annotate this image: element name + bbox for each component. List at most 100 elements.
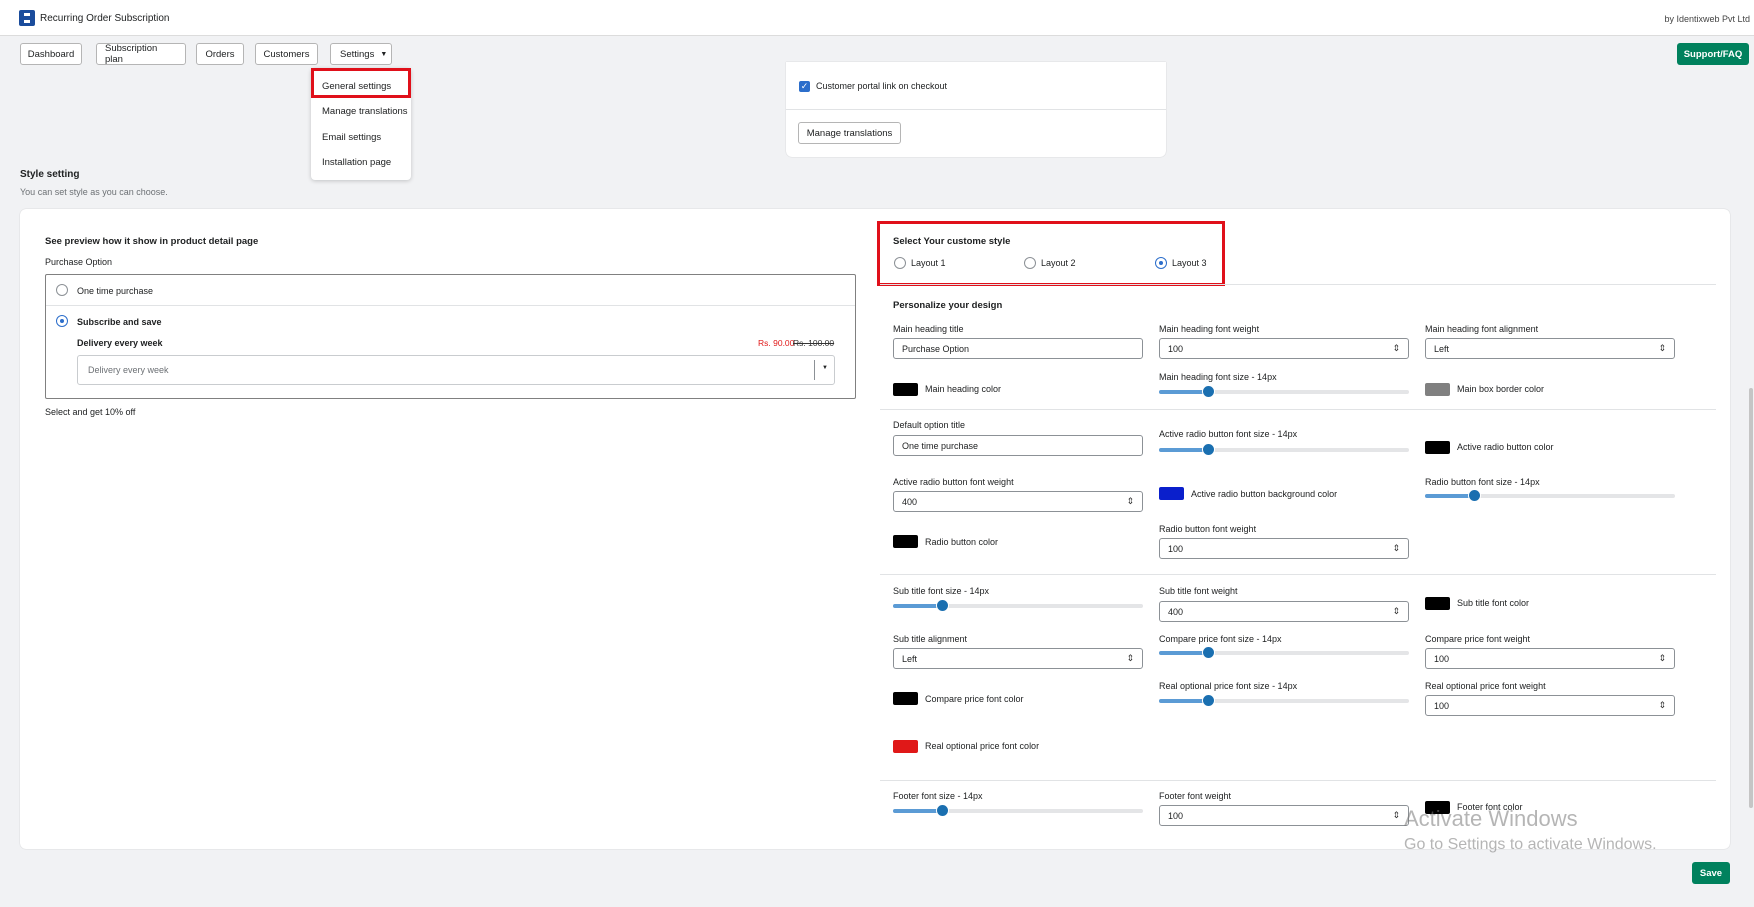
real-price-font-weight-label: Real optional price font weight: [1425, 681, 1546, 691]
support-faq-button[interactable]: Support/FAQ: [1677, 43, 1749, 65]
radio-font-weight-label: Radio button font weight: [1159, 524, 1257, 534]
sub-title-alignment-label: Sub title alignment: [893, 634, 968, 644]
app-title: Recurring Order Subscription: [40, 13, 170, 24]
default-option-title-input[interactable]: One time purchase: [893, 435, 1143, 456]
nav-settings-button[interactable]: Settings ▼: [330, 43, 392, 65]
nav-subscription-plan-button[interactable]: Subscription plan: [96, 43, 186, 65]
active-radio-color-label: Active radio button color: [1457, 442, 1554, 452]
default-option-title-value: One time purchase: [902, 440, 979, 451]
slider-thumb[interactable]: [936, 804, 949, 817]
footer-font-size-label: Footer font size - 14px: [893, 791, 983, 801]
save-button[interactable]: Save: [1692, 862, 1730, 884]
layout-1-radio[interactable]: [894, 257, 906, 269]
main-heading-font-weight-label: Main heading font weight: [1159, 324, 1260, 334]
sub-title-font-color-label: Sub title font color: [1457, 598, 1530, 608]
main-heading-title-value: Purchase Option: [902, 343, 970, 354]
footer-font-size-slider[interactable]: [893, 804, 1143, 817]
main-heading-color-swatch[interactable]: [893, 383, 918, 396]
sub-title-font-weight-select[interactable]: 400: [1159, 601, 1409, 622]
footer-font-weight-label: Footer font weight: [1159, 791, 1232, 801]
active-radio-font-weight-select[interactable]: 400: [893, 491, 1143, 512]
default-option-title-label: Default option title: [893, 420, 966, 430]
sub-title-font-size-slider[interactable]: [893, 599, 1143, 612]
slider-thumb[interactable]: [936, 599, 949, 612]
layout-3-radio[interactable]: [1155, 257, 1167, 269]
preview-radio-one-time[interactable]: [56, 284, 68, 296]
manage-translations-button[interactable]: Manage translations: [798, 122, 901, 144]
real-price-font-color-swatch[interactable]: [893, 740, 918, 753]
main-box-border-color-swatch[interactable]: [1425, 383, 1450, 396]
layout-2-label: Layout 2: [1041, 258, 1076, 268]
main-heading-font-weight-select[interactable]: 100: [1159, 338, 1409, 359]
compare-price-font-weight-label: Compare price font weight: [1425, 634, 1531, 644]
compare-price-font-size-slider[interactable]: [1159, 646, 1409, 659]
select-separator: [814, 360, 815, 380]
app-header: [0, 0, 1754, 36]
active-radio-bg-color-swatch[interactable]: [1159, 487, 1184, 500]
real-price-font-size-slider[interactable]: [1159, 694, 1409, 707]
active-radio-font-size-label: Active radio button font size - 14px: [1159, 429, 1298, 439]
preview-delivery-select[interactable]: Delivery every week: [77, 355, 835, 385]
footer-font-weight-value: 100: [1168, 810, 1184, 821]
compare-price-font-color-swatch[interactable]: [893, 692, 918, 705]
slider-thumb[interactable]: [1202, 443, 1215, 456]
customer-portal-checkbox[interactable]: ✓: [799, 81, 810, 92]
active-radio-font-weight-value: 400: [902, 496, 918, 507]
radio-font-size-slider[interactable]: [1425, 489, 1675, 502]
settings-label: Settings: [340, 48, 375, 60]
menu-item-installation-page[interactable]: Installation page: [322, 157, 391, 168]
compare-price-font-color-label: Compare price font color: [925, 694, 1024, 704]
slider-thumb[interactable]: [1468, 489, 1481, 502]
preview-footer: Select and get 10% off: [45, 407, 136, 417]
page-scrollbar[interactable]: [1749, 388, 1753, 808]
main-heading-alignment-label: Main heading font alignment: [1425, 324, 1539, 334]
active-radio-color-swatch[interactable]: [1425, 441, 1450, 454]
vendor-label: by Identixweb Pvt Ltd: [1664, 14, 1750, 24]
sub-title-alignment-value: Left: [902, 653, 918, 664]
section-divider: [880, 574, 1716, 575]
nav-orders-button[interactable]: Orders: [196, 43, 244, 65]
main-heading-alignment-select[interactable]: Left: [1425, 338, 1675, 359]
preview-delivery-label: Delivery every week: [77, 338, 163, 348]
layout-select-title: Select Your custome style: [893, 236, 1011, 247]
nav-customers-button[interactable]: Customers: [255, 43, 318, 65]
layout-highlight-box: [877, 221, 1225, 286]
sub-title-font-size-label: Sub title font size - 14px: [893, 586, 990, 596]
footer-font-weight-select[interactable]: 100: [1159, 805, 1409, 826]
real-price-font-weight-select[interactable]: 100: [1425, 695, 1675, 716]
layout-3-label: Layout 3: [1172, 258, 1207, 268]
section-divider: [880, 780, 1716, 781]
layout-divider: [880, 284, 1716, 285]
radio-font-weight-value: 100: [1168, 543, 1184, 554]
chevron-down-icon: ▼: [822, 365, 828, 371]
sub-title-alignment-select[interactable]: Left: [893, 648, 1143, 669]
compare-price-font-weight-select[interactable]: 100: [1425, 648, 1675, 669]
sub-title-font-weight-label: Sub title font weight: [1159, 586, 1238, 596]
slider-thumb[interactable]: [1202, 385, 1215, 398]
menu-item-general-settings[interactable]: General settings: [322, 81, 391, 92]
active-radio-font-weight-label: Active radio button font weight: [893, 477, 1014, 487]
menu-item-email-settings[interactable]: Email settings: [322, 132, 381, 143]
preview-radio-subscribe[interactable]: [56, 315, 68, 327]
caret-down-icon: ▼: [380, 50, 388, 58]
real-price-font-weight-value: 100: [1434, 700, 1450, 711]
active-radio-font-size-slider[interactable]: [1159, 443, 1409, 456]
preview-divider: [46, 305, 855, 306]
active-radio-bg-color-label: Active radio button background color: [1191, 489, 1338, 499]
sub-title-font-color-swatch[interactable]: [1425, 597, 1450, 610]
section-divider: [880, 409, 1716, 410]
compare-price-font-size-label: Compare price font size - 14px: [1159, 634, 1282, 644]
menu-item-manage-translations[interactable]: Manage translations: [322, 106, 408, 117]
activate-windows-hint: Go to Settings to activate Windows.: [1404, 836, 1657, 853]
preview-option-one-time: One time purchase: [77, 286, 154, 296]
layout-1-label: Layout 1: [911, 258, 946, 268]
main-heading-alignment-value: Left: [1434, 343, 1450, 354]
layout-2-radio[interactable]: [1024, 257, 1036, 269]
nav-dashboard-button[interactable]: Dashboard: [20, 43, 82, 65]
main-heading-title-input[interactable]: Purchase Option: [893, 338, 1143, 359]
radio-color-swatch[interactable]: [893, 535, 918, 548]
radio-font-weight-select[interactable]: 100: [1159, 538, 1409, 559]
main-heading-font-size-slider[interactable]: [1159, 385, 1409, 398]
slider-thumb[interactable]: [1202, 694, 1215, 707]
slider-thumb[interactable]: [1202, 646, 1215, 659]
